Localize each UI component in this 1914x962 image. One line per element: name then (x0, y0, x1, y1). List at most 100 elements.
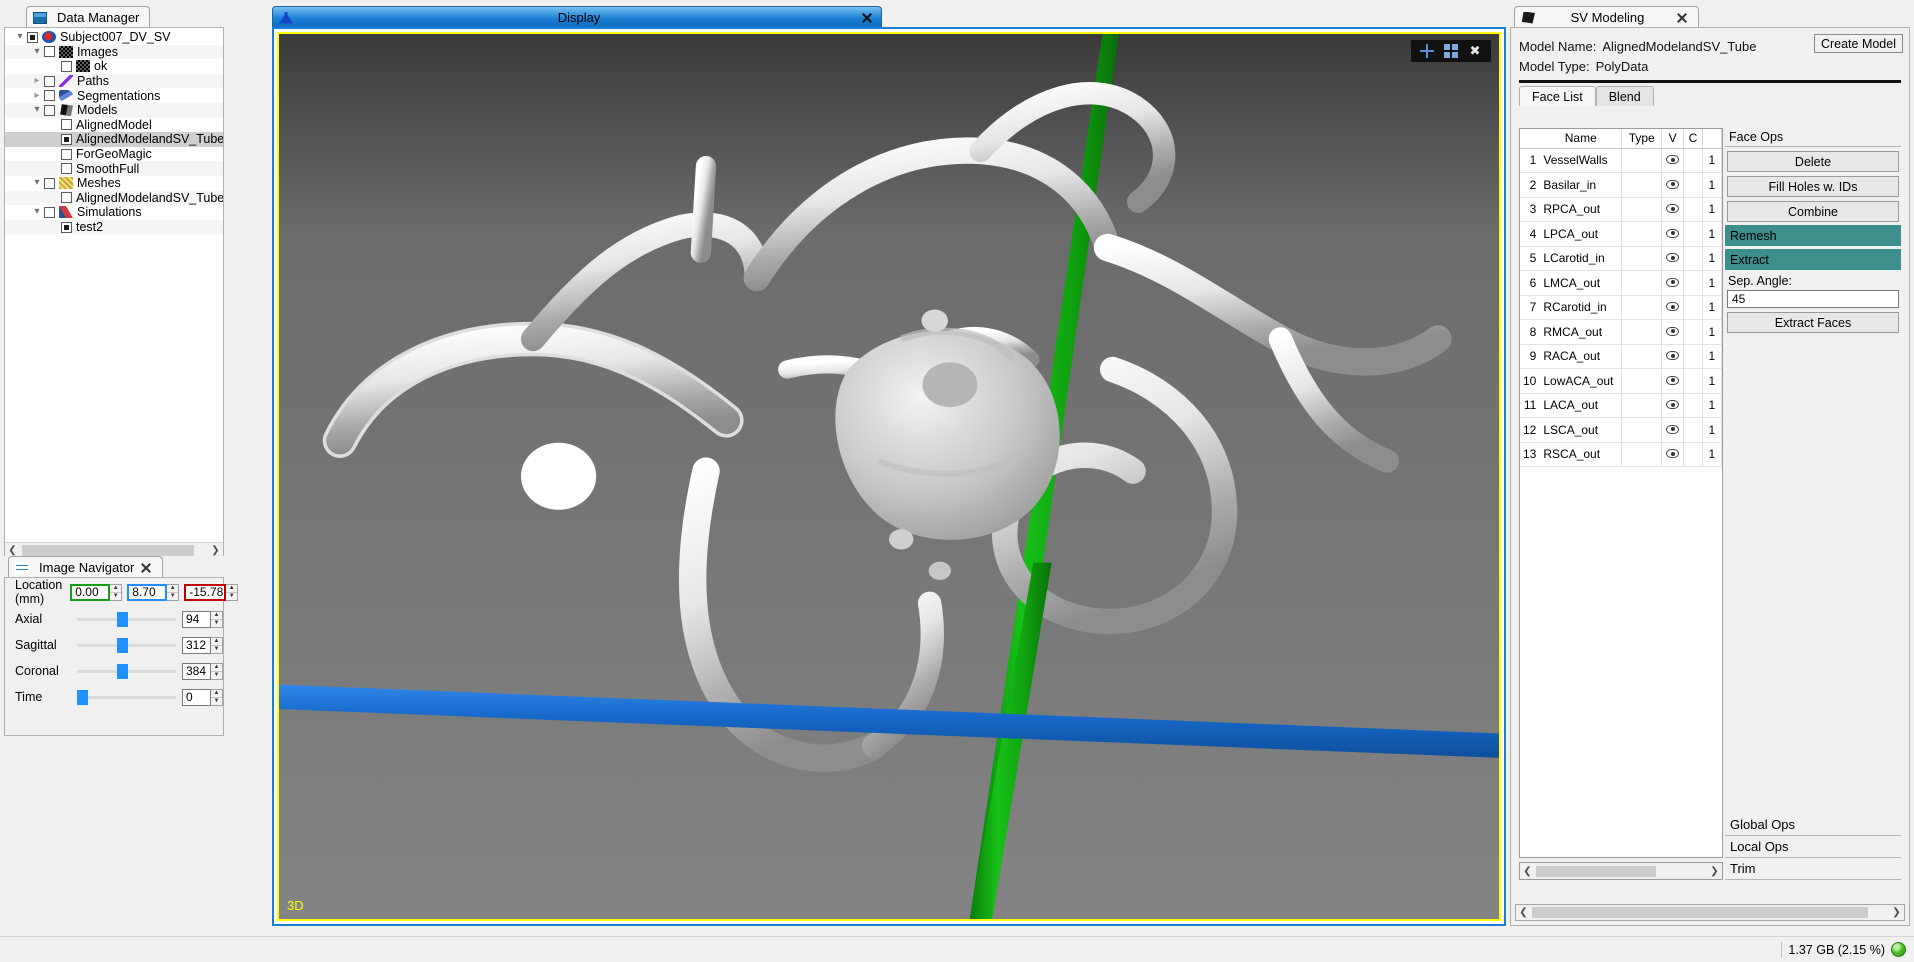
chevron-down-icon[interactable] (30, 178, 44, 188)
visibility-cell[interactable] (1661, 417, 1685, 443)
opacity-cell[interactable]: 1 (1702, 368, 1722, 394)
eye-icon[interactable] (1666, 351, 1680, 361)
tree-item-segmentations[interactable]: Segmentations (5, 88, 223, 103)
scroll-left-icon[interactable]: ❮ (1516, 907, 1531, 918)
eye-icon[interactable] (1666, 277, 1680, 287)
visibility-cell[interactable] (1661, 344, 1685, 369)
tree-item-subject007-dv-sv[interactable]: Subject007_DV_SV (5, 30, 223, 45)
section-global-ops[interactable]: Global Ops (1725, 814, 1901, 836)
color-cell[interactable] (1683, 270, 1703, 296)
slider-sagittal[interactable] (77, 636, 176, 654)
face-type-cell[interactable] (1621, 270, 1663, 296)
location-field-y[interactable]: 8.70 (127, 583, 168, 601)
color-cell[interactable] (1683, 417, 1703, 443)
tab-data-manager[interactable]: Data Manager (26, 6, 151, 28)
fill-holes-w-ids-button[interactable]: Fill Holes w. IDs (1727, 176, 1899, 197)
wrench-icon[interactable]: ✖ (1468, 44, 1482, 58)
face-name-cell[interactable]: LMCA_out (1540, 270, 1623, 296)
face-name-cell[interactable]: RACA_out (1540, 344, 1623, 369)
visibility-cell[interactable] (1661, 295, 1685, 320)
visibility-checkbox[interactable] (61, 221, 72, 233)
tab-sv-modeling[interactable]: SV Modeling (1514, 6, 1699, 28)
face-name-cell[interactable]: RCarotid_in (1540, 295, 1623, 320)
color-cell[interactable] (1683, 393, 1703, 418)
col-name[interactable]: Name (1540, 129, 1623, 149)
face-type-cell[interactable] (1621, 393, 1663, 418)
visibility-checkbox[interactable] (44, 46, 55, 58)
face-name-cell[interactable]: LACA_out (1540, 393, 1623, 418)
face-type-cell[interactable] (1621, 319, 1663, 345)
color-cell[interactable] (1683, 197, 1703, 222)
table-row[interactable]: 1 VesselWalls 1 (1520, 148, 1722, 173)
layout-grid-icon[interactable] (1444, 44, 1458, 58)
table-row[interactable]: 8 RMCA_out 1 (1520, 319, 1722, 345)
visibility-checkbox[interactable] (61, 148, 72, 160)
table-row[interactable]: 10 LowACA_out 1 (1520, 368, 1722, 394)
face-name-cell[interactable]: LCarotid_in (1540, 246, 1623, 271)
opacity-cell[interactable]: 1 (1702, 221, 1722, 247)
face-type-cell[interactable] (1621, 417, 1663, 443)
slider-thumb[interactable] (77, 690, 88, 705)
slider-thumb[interactable] (117, 664, 129, 679)
visibility-cell[interactable] (1661, 197, 1685, 222)
table-row[interactable]: 5 LCarotid_in 1 (1520, 246, 1722, 271)
tab-display[interactable]: Display (272, 6, 882, 28)
tree-item-alignedmodel[interactable]: AlignedModel (5, 118, 223, 133)
3d-scene[interactable] (279, 34, 1499, 921)
tree-item-simulations[interactable]: Simulations (5, 205, 223, 220)
face-name-cell[interactable]: RMCA_out (1540, 319, 1623, 345)
subtab-blend[interactable]: Blend (1595, 86, 1654, 106)
face-name-cell[interactable]: RPCA_out (1540, 197, 1623, 222)
color-cell[interactable] (1683, 368, 1703, 394)
tree-item-forgeomagic[interactable]: ForGeoMagic (5, 147, 223, 162)
slider-value-input[interactable]: 94 (182, 610, 211, 628)
combine-button[interactable]: Combine (1727, 201, 1899, 222)
subtab-face-list[interactable]: Face List (1519, 86, 1596, 106)
opacity-cell[interactable]: 1 (1702, 148, 1722, 173)
visibility-cell[interactable] (1661, 319, 1685, 345)
extract-button[interactable]: Extract (1725, 249, 1901, 270)
close-icon[interactable] (861, 12, 873, 24)
chevron-right-icon[interactable] (30, 76, 44, 86)
delete-button[interactable]: Delete (1727, 151, 1899, 172)
table-row[interactable]: 12 LSCA_out 1 (1520, 417, 1722, 443)
visibility-checkbox[interactable] (44, 206, 55, 218)
eye-icon[interactable] (1666, 424, 1680, 434)
col-type[interactable]: Type (1621, 129, 1663, 149)
table-row[interactable]: 11 LACA_out 1 (1520, 393, 1722, 418)
section-local-ops[interactable]: Local Ops (1725, 836, 1901, 858)
color-cell[interactable] (1683, 442, 1703, 467)
color-cell[interactable] (1683, 172, 1703, 198)
chevron-down-icon[interactable] (13, 32, 27, 42)
color-cell[interactable] (1683, 319, 1703, 345)
scroll-right-icon[interactable]: ❯ (208, 545, 223, 556)
visibility-cell[interactable] (1661, 442, 1685, 467)
visibility-checkbox[interactable] (61, 60, 72, 72)
remesh-button[interactable]: Remesh (1725, 225, 1901, 246)
eye-icon[interactable] (1666, 375, 1680, 385)
face-type-cell[interactable] (1621, 221, 1663, 247)
eye-icon[interactable] (1666, 326, 1680, 336)
tree-item-ok[interactable]: ok (5, 59, 223, 74)
opacity-cell[interactable]: 1 (1702, 172, 1722, 198)
scroll-right-icon[interactable]: ❯ (1889, 907, 1904, 918)
visibility-checkbox[interactable] (27, 31, 38, 43)
color-cell[interactable] (1683, 295, 1703, 320)
slider-value-input[interactable]: 0 (182, 688, 211, 706)
face-list-table[interactable]: Name Type V C 1 VesselWalls 1 2 Basilar_in 1 3… (1520, 129, 1722, 467)
eye-icon[interactable] (1666, 179, 1680, 189)
sv-modeling-hscrollbar[interactable]: ❮ ❯ (1515, 904, 1905, 921)
slider-time[interactable] (77, 688, 176, 706)
tree-item-alignedmodelandsv-tube[interactable]: AlignedModelandSV_Tube (5, 190, 223, 206)
slider-spinner[interactable]: ▲ ▼ (211, 636, 223, 654)
render-window[interactable]: ✖ 3D (277, 32, 1501, 921)
viewport-toolbar[interactable]: ✖ (1411, 40, 1491, 62)
visibility-checkbox[interactable] (44, 177, 55, 189)
col-visibility[interactable]: V (1661, 129, 1685, 149)
visibility-checkbox[interactable] (61, 192, 72, 204)
close-icon[interactable] (1676, 12, 1688, 24)
table-row[interactable]: 7 RCarotid_in 1 (1520, 295, 1722, 320)
slider-thumb[interactable] (117, 638, 129, 653)
face-list-table-wrap[interactable]: Name Type V C 1 VesselWalls 1 2 Basilar_in 1 3… (1519, 128, 1723, 858)
face-type-cell[interactable] (1621, 197, 1663, 222)
